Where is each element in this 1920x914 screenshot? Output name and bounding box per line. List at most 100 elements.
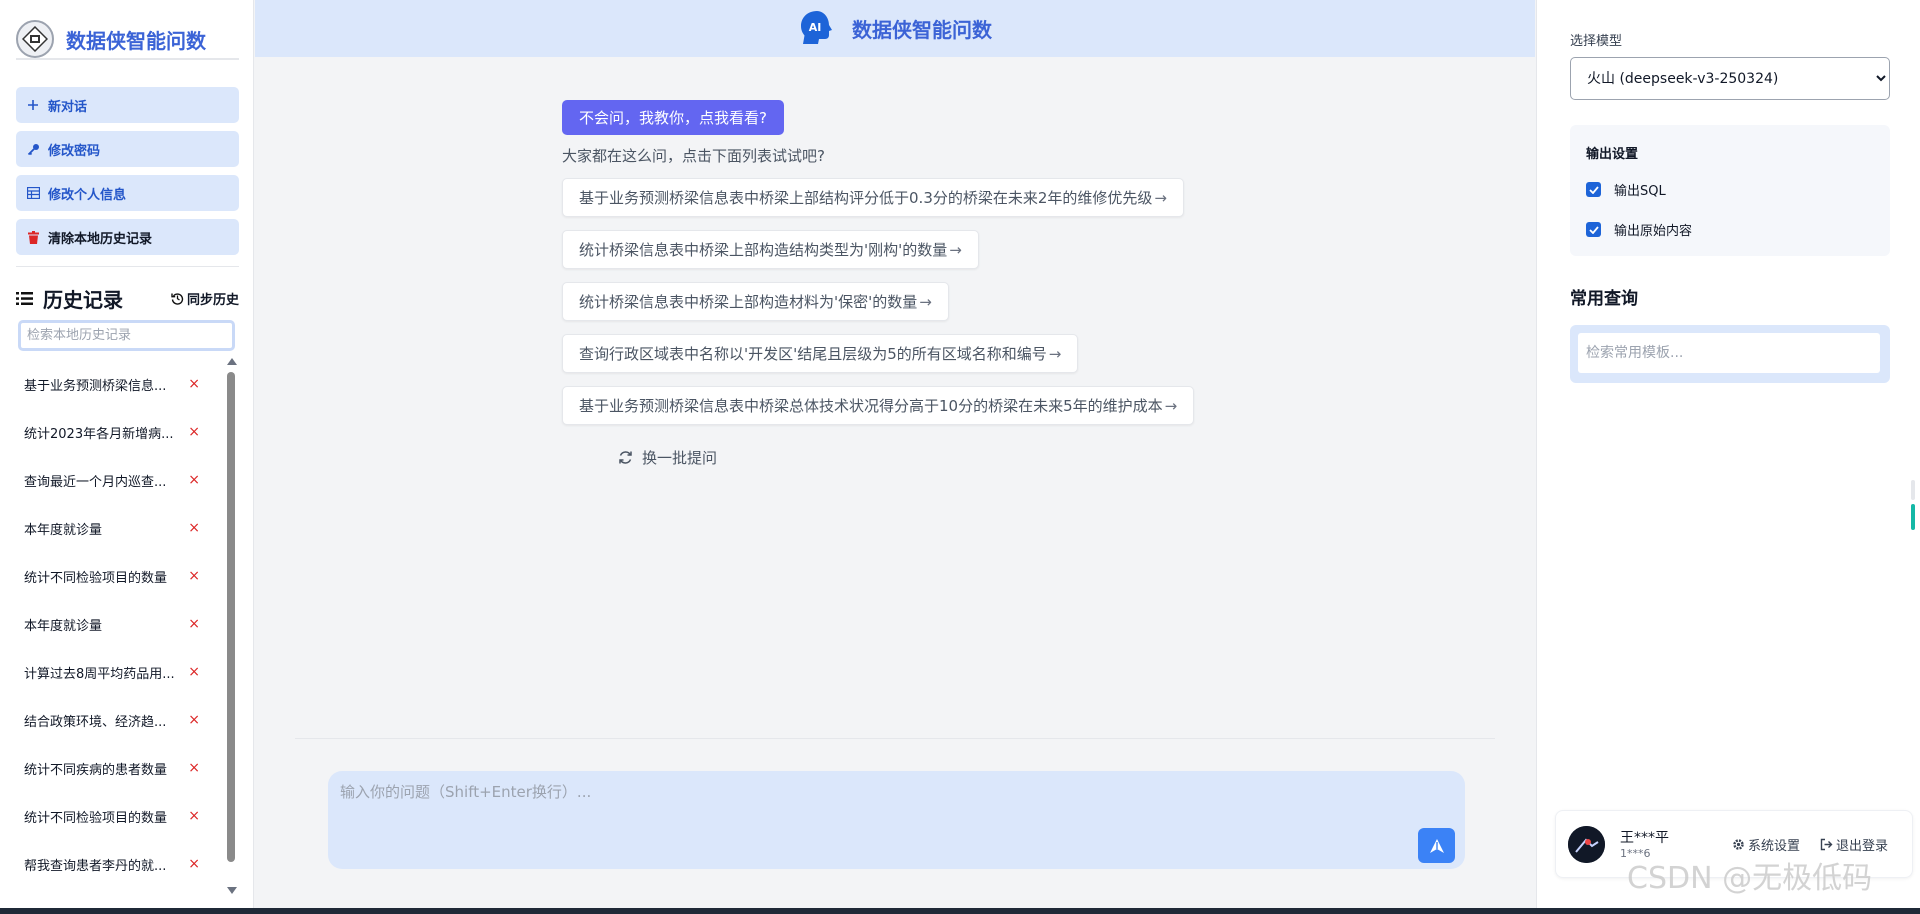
right-panel: 选择模型 火山 (deepseek-v3-250324) 输出设置 输出SQL … <box>1536 0 1920 908</box>
ai-logo-text: AI <box>809 21 822 34</box>
history-item-text: 结合政策环境、经济趋... <box>24 714 167 730</box>
clear-history-label: 清除本地历史记录 <box>48 231 153 247</box>
common-search-wrapper <box>1570 325 1890 383</box>
new-chat-label: 新对话 <box>48 99 88 115</box>
change-password-label: 修改密码 <box>48 143 101 159</box>
watermark: CSDN @无极低码 <box>1627 861 1873 896</box>
history-item-text: 计算过去8周平均药品用... <box>24 666 175 682</box>
history-item[interactable]: 本年度就诊量 × <box>16 600 216 648</box>
send-button[interactable] <box>1418 828 1455 863</box>
history-header: 历史记录 同步历史 <box>16 284 239 312</box>
history-scrollbar[interactable] <box>226 356 237 896</box>
suggestion-list: 基于业务预测桥梁信息表中桥梁上部结构评分低于0.3分的桥梁在未来2年的维修优先级… <box>562 178 1195 438</box>
suggestion-hint: 大家都在这么问，点击下面列表试试吧? <box>562 147 825 165</box>
brand-logo-icon <box>16 20 54 58</box>
check-icon <box>1588 225 1599 234</box>
user-name: 王***平 <box>1620 830 1669 846</box>
suggestion-item[interactable]: 统计桥梁信息表中桥梁上部构造材料为'保密'的数量 → <box>562 282 949 321</box>
history-item[interactable]: 统计不同检验项目的数量 × <box>16 792 216 840</box>
logout-button[interactable]: 退出登录 <box>1820 835 1888 854</box>
suggestion-item[interactable]: 基于业务预测桥梁信息表中桥梁上部结构评分低于0.3分的桥梁在未来2年的维修优先级… <box>562 178 1184 217</box>
trash-icon <box>26 230 40 244</box>
history-item[interactable]: 结合政策环境、经济趋... × <box>16 696 216 744</box>
history-item-text: 查询最近一个月内巡查... <box>24 474 167 490</box>
output-raw-label: 输出原始内容 <box>1614 224 1693 239</box>
change-password-button[interactable]: 修改密码 <box>16 131 239 167</box>
history-title-text: 历史记录 <box>43 287 123 312</box>
scroll-thumb[interactable] <box>227 372 235 862</box>
scroll-up-arrow-icon[interactable] <box>227 358 237 365</box>
delete-icon[interactable]: × <box>188 424 200 440</box>
delete-icon[interactable]: × <box>188 760 200 776</box>
common-queries-title: 常用查询 <box>1570 289 1638 309</box>
question-input[interactable] <box>340 781 1390 851</box>
new-chat-button[interactable]: 新对话 <box>16 87 239 123</box>
edge-scroll-indicator <box>1911 480 1915 550</box>
history-item[interactable]: 帮我查询患者李丹的就... × <box>16 840 216 888</box>
history-item[interactable]: 统计2023年各月新增病... × <box>16 408 216 456</box>
logout-icon <box>1820 838 1833 851</box>
suggestion-item[interactable]: 基于业务预测桥梁信息表中桥梁总体技术状况得分高于10分的桥梁在未来5年的维护成本… <box>562 386 1195 425</box>
output-raw-row: 输出原始内容 <box>1586 220 1692 239</box>
arrow-right-icon: → <box>1164 396 1178 415</box>
composer-divider <box>295 738 1495 739</box>
delete-icon[interactable]: × <box>188 664 200 680</box>
suggestion-item[interactable]: 统计桥梁信息表中桥梁上部构造结构类型为'刚构'的数量 → <box>562 230 979 269</box>
delete-icon[interactable]: × <box>188 376 200 392</box>
sync-history-label: 同步历史 <box>186 292 239 308</box>
refresh-label: 换一批提问 <box>642 449 718 467</box>
page-title: 数据侠智能问数 <box>852 18 992 42</box>
list-icon <box>16 291 33 306</box>
clear-history-button[interactable]: 清除本地历史记录 <box>16 219 239 255</box>
model-select[interactable]: 火山 (deepseek-v3-250324) <box>1570 57 1890 100</box>
history-item-text: 本年度就诊量 <box>24 522 103 538</box>
scroll-down-arrow-icon[interactable] <box>227 887 237 894</box>
ai-head-icon: AI <box>801 10 832 44</box>
history-item-text: 帮我查询患者李丹的就... <box>24 858 167 874</box>
history-item-text: 统计不同疾病的患者数量 <box>24 762 168 778</box>
output-sql-row: 输出SQL <box>1586 180 1666 199</box>
sync-history-button[interactable]: 同步历史 <box>171 289 239 308</box>
send-icon <box>1429 838 1444 853</box>
edit-profile-button[interactable]: 修改个人信息 <box>16 175 239 211</box>
history-item-text: 基于业务预测桥梁信息... <box>24 378 167 394</box>
brand-title: 数据侠智能问数 <box>66 28 206 53</box>
output-settings-title: 输出设置 <box>1586 147 1639 162</box>
composer <box>328 771 1465 869</box>
delete-icon[interactable]: × <box>188 568 200 584</box>
system-settings-button[interactable]: 系统设置 <box>1732 835 1800 854</box>
avatar[interactable] <box>1568 826 1605 863</box>
brand: 数据侠智能问数 <box>16 20 239 60</box>
left-sidebar: 数据侠智能问数 新对话 修改密码 修改个人信息 清除本地历史记录 历史记录 同步… <box>0 0 254 908</box>
history-search-input[interactable] <box>18 320 235 351</box>
common-template-search-input[interactable] <box>1578 333 1880 373</box>
history-item[interactable]: 基于业务预测桥梁信息... × <box>16 360 216 408</box>
delete-icon[interactable]: × <box>188 712 200 728</box>
key-icon <box>26 142 40 156</box>
plus-icon <box>26 98 40 112</box>
delete-icon[interactable]: × <box>188 616 200 632</box>
delete-icon[interactable]: × <box>188 856 200 872</box>
gear-icon <box>1732 838 1745 851</box>
history-title: 历史记录 <box>16 284 123 313</box>
teach-me-button[interactable]: 不会问，我教你，点我看看? <box>562 100 784 135</box>
delete-icon[interactable]: × <box>188 472 200 488</box>
history-item[interactable]: 查询最近一个月内巡查... × <box>16 456 216 504</box>
edit-profile-label: 修改个人信息 <box>48 187 127 203</box>
refresh-icon <box>618 450 633 465</box>
history-sync-icon <box>171 292 184 305</box>
history-item[interactable]: 统计不同检验项目的数量 × <box>16 552 216 600</box>
check-icon <box>1588 185 1599 194</box>
history-item[interactable]: 统计不同疾病的患者数量 × <box>16 744 216 792</box>
delete-icon[interactable]: × <box>188 520 200 536</box>
arrow-right-icon: → <box>919 292 932 311</box>
main-header: AI 数据侠智能问数 <box>255 0 1535 57</box>
output-raw-checkbox[interactable] <box>1586 222 1601 237</box>
history-item-text: 统计不同检验项目的数量 <box>24 570 168 586</box>
history-item[interactable]: 本年度就诊量 × <box>16 504 216 552</box>
suggestion-item[interactable]: 查询行政区域表中名称以'开发区'结尾且层级为5的所有区域名称和编号 → <box>562 334 1079 373</box>
output-sql-checkbox[interactable] <box>1586 182 1601 197</box>
delete-icon[interactable]: × <box>188 808 200 824</box>
refresh-questions-button[interactable]: 换一批提问 <box>618 447 717 468</box>
history-item[interactable]: 计算过去8周平均药品用... × <box>16 648 216 696</box>
